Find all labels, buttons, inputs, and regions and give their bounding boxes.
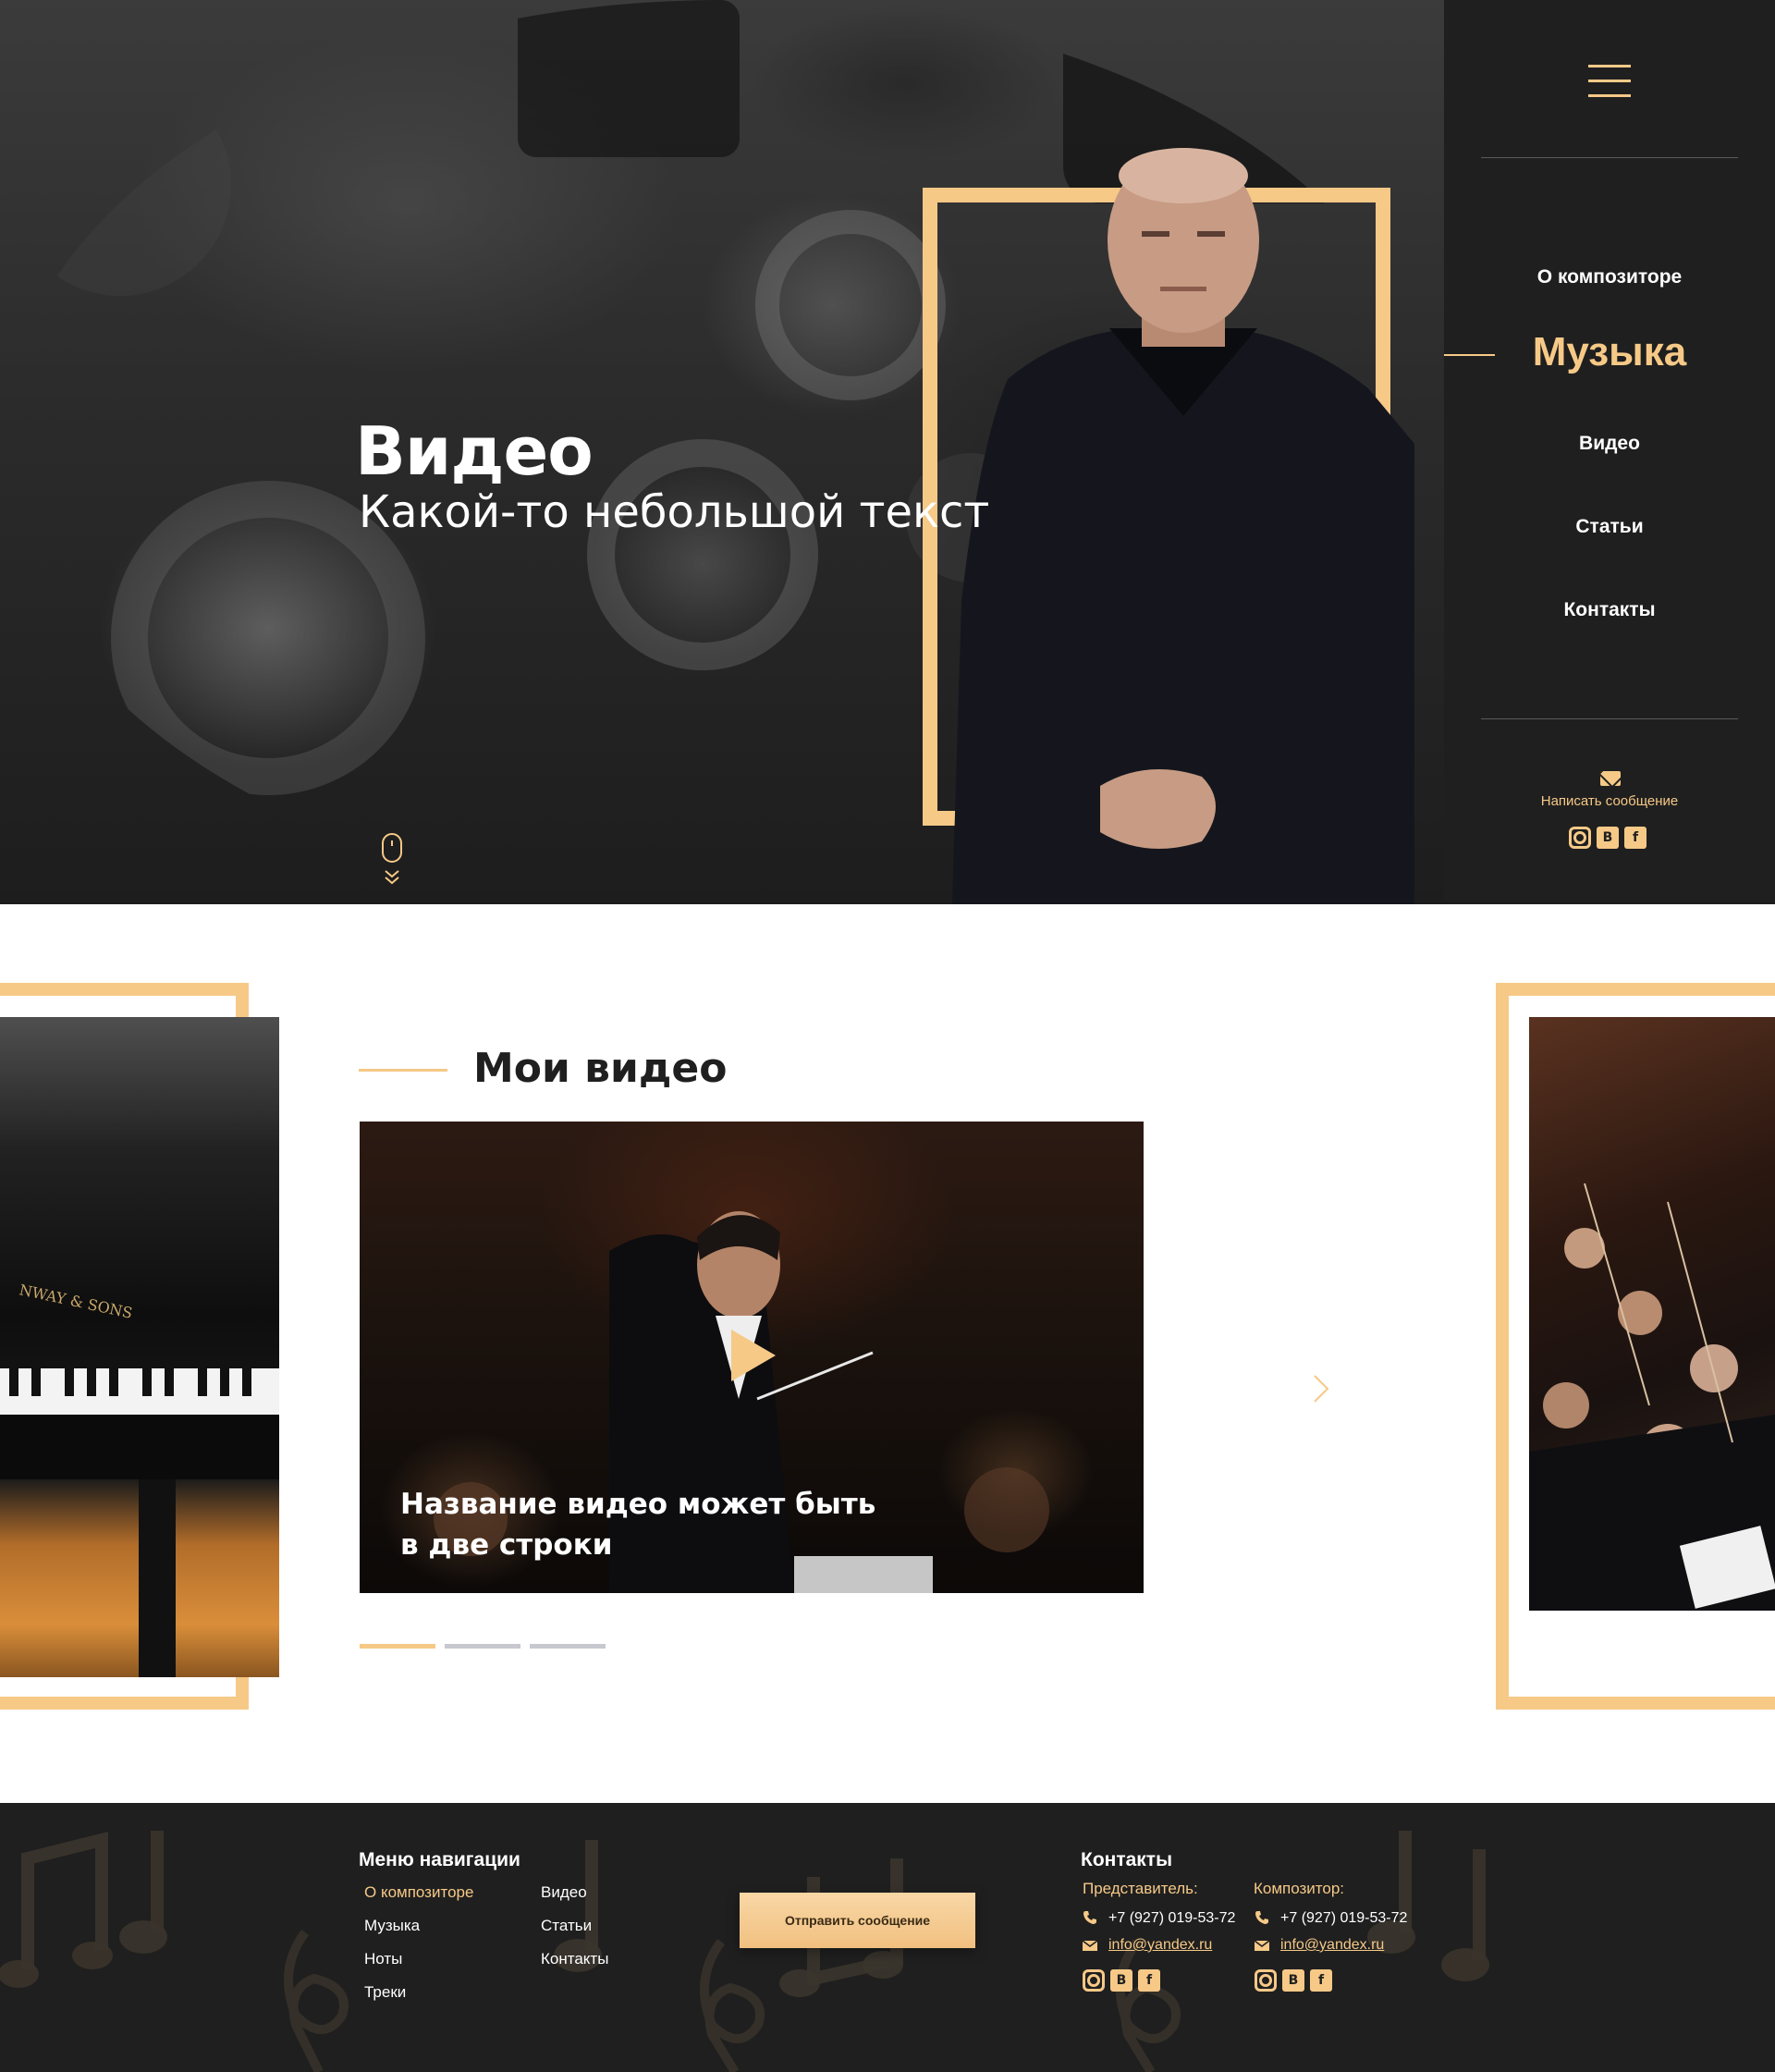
section-title-line bbox=[359, 1069, 447, 1072]
composer-phone: +7 (927) 019-53-72 bbox=[1280, 1910, 1408, 1926]
representative-socials: B f bbox=[1083, 1969, 1160, 1992]
representative-label: Представитель: bbox=[1083, 1880, 1198, 1897]
section-title: Мои видео bbox=[473, 1045, 728, 1092]
vk-icon[interactable]: B bbox=[1597, 827, 1619, 849]
composer-email[interactable]: info@yandex.ru bbox=[1280, 1937, 1384, 1954]
orchestra-drawing bbox=[1529, 1183, 1775, 1611]
footer-contacts-title: Контакты bbox=[1081, 1849, 1173, 1870]
play-icon[interactable] bbox=[731, 1330, 776, 1381]
piano-drawing: NWAY & SONS bbox=[0, 1281, 279, 1677]
footer-link-contacts[interactable]: Контакты bbox=[541, 1950, 608, 1968]
phone-icon bbox=[1255, 1911, 1268, 1924]
side-navigation: О композиторе Музыка Видео Статьи Контак… bbox=[1444, 0, 1775, 901]
representative-email[interactable]: info@yandex.ru bbox=[1108, 1937, 1212, 1954]
footer-link-notes[interactable]: Ноты bbox=[364, 1950, 402, 1968]
footer-link-video[interactable]: Видео bbox=[541, 1883, 587, 1902]
footer-link-about[interactable]: О композиторе bbox=[364, 1883, 473, 1902]
phone-icon bbox=[1083, 1911, 1096, 1924]
sidebar-item-articles[interactable]: Статьи bbox=[1444, 516, 1775, 538]
composer-portrait bbox=[952, 148, 1414, 904]
facebook-icon[interactable]: f bbox=[1138, 1969, 1160, 1992]
facebook-icon[interactable]: f bbox=[1624, 827, 1646, 849]
video-card[interactable]: Название видео может быть в две строки bbox=[360, 1122, 1144, 1593]
composer-socials: B f bbox=[1255, 1969, 1332, 1992]
slider-dot-2[interactable] bbox=[445, 1644, 520, 1649]
piano-image: NWAY & SONS bbox=[0, 1017, 279, 1677]
page-title: Видео bbox=[355, 412, 594, 490]
envelope-icon[interactable] bbox=[1600, 771, 1621, 786]
page-subtitle: Какой-то небольшой текст bbox=[359, 486, 990, 538]
vk-icon[interactable]: B bbox=[1110, 1969, 1132, 1992]
sidebar-divider-bottom bbox=[1481, 718, 1738, 719]
vk-icon[interactable]: B bbox=[1282, 1969, 1304, 1992]
sidebar-item-contacts[interactable]: Контакты bbox=[1444, 599, 1775, 621]
sidebar-item-video[interactable]: Видео bbox=[1444, 433, 1775, 455]
video-caption-line2: в две строки bbox=[400, 1528, 613, 1562]
write-message-link[interactable]: Написать сообщение bbox=[1444, 793, 1775, 809]
sidebar-item-music[interactable]: Музыка bbox=[1444, 329, 1775, 375]
hamburger-icon[interactable] bbox=[1588, 65, 1631, 98]
orchestra-image bbox=[1529, 1017, 1775, 1611]
mouse-scroll-icon[interactable] bbox=[381, 832, 403, 888]
footer-link-tracks[interactable]: Треки bbox=[364, 1983, 406, 2002]
envelope-icon bbox=[1083, 1940, 1097, 1951]
footer-link-music[interactable]: Музыка bbox=[364, 1917, 420, 1935]
chevron-right-icon[interactable] bbox=[1307, 1372, 1333, 1405]
instagram-icon[interactable] bbox=[1083, 1969, 1105, 1992]
sidebar-socials: B f bbox=[1569, 827, 1646, 849]
send-message-button[interactable]: Отправить сообщение bbox=[740, 1893, 975, 1948]
sidebar-item-about[interactable]: О композиторе bbox=[1444, 266, 1775, 288]
envelope-icon bbox=[1255, 1940, 1269, 1951]
slider-dot-3[interactable] bbox=[530, 1644, 606, 1649]
representative-phone: +7 (927) 019-53-72 bbox=[1108, 1910, 1236, 1926]
instagram-icon[interactable] bbox=[1569, 827, 1591, 849]
slider-pagination bbox=[360, 1644, 606, 1649]
svg-text:NWAY & SONS: NWAY & SONS bbox=[18, 1281, 134, 1321]
footer-nav-title: Меню навигации bbox=[359, 1849, 520, 1870]
slider-dot-1[interactable] bbox=[360, 1644, 435, 1649]
instagram-icon[interactable] bbox=[1255, 1969, 1277, 1992]
video-caption: Название видео может быть в две строки bbox=[400, 1484, 918, 1565]
composer-label: Композитор: bbox=[1254, 1880, 1345, 1897]
sidebar-divider-top bbox=[1481, 157, 1738, 158]
facebook-icon[interactable]: f bbox=[1310, 1969, 1332, 1992]
video-caption-line1: Название видео может быть bbox=[400, 1488, 876, 1521]
footer-link-articles[interactable]: Статьи bbox=[541, 1917, 592, 1935]
